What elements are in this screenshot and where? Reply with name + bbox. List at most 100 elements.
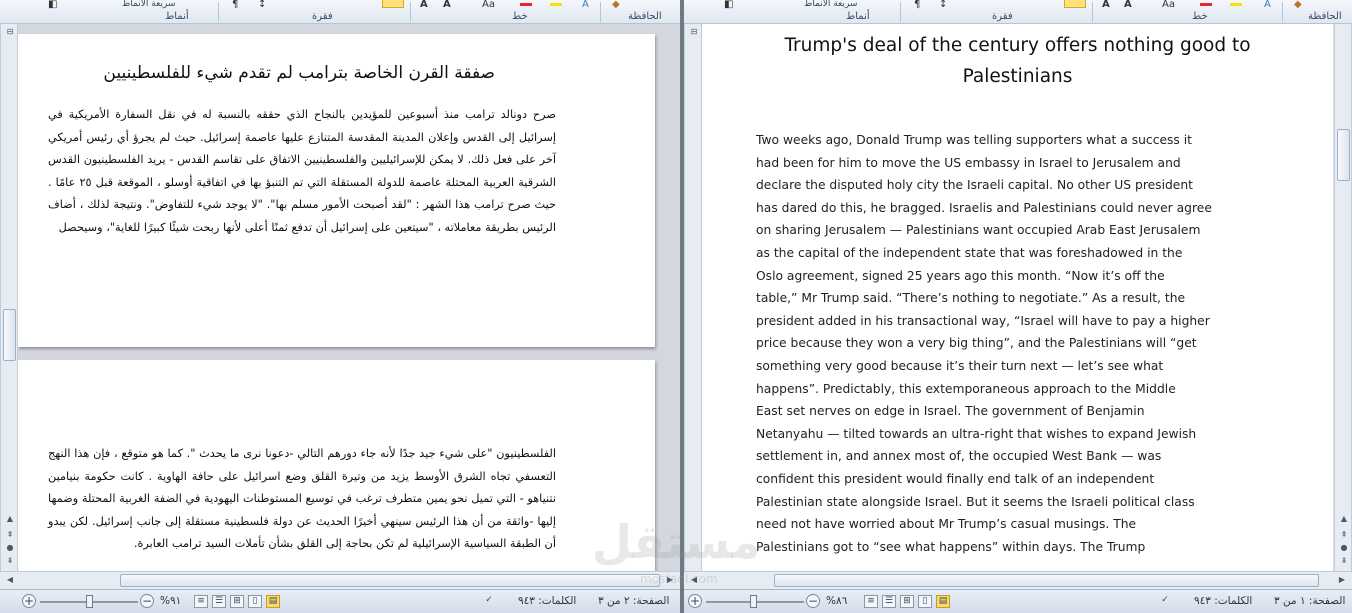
change-styles-icon[interactable]: ◧ bbox=[48, 0, 57, 10]
text-line: on sharing Jerusalem — Palestinians want… bbox=[756, 223, 1201, 238]
text-line: Palestinian state alongside Israel. But … bbox=[756, 494, 1195, 509]
grow-font-icon[interactable]: A bbox=[1102, 0, 1110, 10]
text-line: as the capital of the independent state … bbox=[756, 245, 1183, 260]
horizontal-scroll-thumb[interactable] bbox=[774, 574, 1319, 587]
highlight-icon[interactable] bbox=[1230, 3, 1242, 6]
page-number[interactable]: الصفحة: ٢ من ٣ bbox=[598, 595, 669, 607]
zoom-in-icon[interactable]: + bbox=[688, 594, 702, 608]
scroll-up-arrow-icon[interactable]: ▲ bbox=[4, 513, 16, 525]
styles-group-label: أنماط bbox=[165, 11, 189, 22]
sort-icon[interactable]: ↕ bbox=[939, 0, 947, 10]
proofing-icon[interactable]: ✓ bbox=[1158, 595, 1172, 608]
print-layout-icon[interactable]: ▤ bbox=[936, 595, 950, 608]
horizontal-scrollbar-left[interactable]: ◀ ▶ bbox=[0, 571, 680, 589]
proofing-icon[interactable]: ✓ bbox=[482, 595, 496, 608]
zoom-out-icon[interactable]: − bbox=[140, 594, 154, 608]
ruler-bar-right: ⊟ bbox=[684, 24, 702, 571]
scrollbar-thumb[interactable] bbox=[3, 309, 16, 361]
paragraph-mark-icon[interactable]: ¶ bbox=[232, 0, 238, 10]
text-effects-icon[interactable]: A bbox=[582, 0, 589, 10]
document-area-left[interactable]: صفقة القرن الخاصة بترامب لم تقدم شيء للف… bbox=[0, 24, 680, 571]
reading-layout-icon[interactable]: ▯ bbox=[918, 595, 932, 608]
ribbon-left: ◧ سريعة الأنماط أنماط ¶ ↕ فقرة A A Aa خط… bbox=[0, 0, 680, 24]
document-area-right[interactable]: Trump's deal of the century offers nothi… bbox=[702, 24, 1333, 571]
scroll-left-arrow-icon[interactable]: ◀ bbox=[4, 574, 16, 586]
vertical-scrollbar-left[interactable]: ⊟ ▲ ⇞ ● ⇟ bbox=[0, 24, 18, 571]
clear-format-icon[interactable]: Aa bbox=[482, 0, 495, 10]
page-number[interactable]: الصفحة: ١ من ٣ bbox=[1274, 595, 1345, 607]
scroll-up-arrow-icon[interactable]: ▲ bbox=[1338, 513, 1350, 525]
title-line-1: Trump's deal of the century offers nothi… bbox=[784, 35, 1251, 56]
font-color-icon[interactable] bbox=[520, 3, 532, 6]
clear-format-icon[interactable]: Aa bbox=[1162, 0, 1175, 10]
web-layout-icon[interactable]: ⊞ bbox=[230, 595, 244, 608]
paragraph-mark-icon[interactable]: ¶ bbox=[914, 0, 920, 10]
english-paragraph: Two weeks ago, Donald Trump was telling … bbox=[756, 129, 1236, 558]
styles-group-label: أنماط bbox=[846, 11, 870, 22]
zoom-slider-knob[interactable] bbox=[750, 595, 757, 608]
page-2: الفلسطينيون "على شيء جيد جدًا لأنه جاء د… bbox=[18, 360, 655, 571]
next-page-icon[interactable]: ⇟ bbox=[4, 555, 16, 567]
grow-font-icon[interactable]: A bbox=[420, 0, 428, 10]
web-layout-icon[interactable]: ⊞ bbox=[900, 595, 914, 608]
ribbon-separator bbox=[218, 2, 219, 22]
text-effects-icon[interactable]: A bbox=[1264, 0, 1271, 10]
highlight-active-button[interactable] bbox=[382, 0, 404, 8]
zoom-slider-knob[interactable] bbox=[86, 595, 93, 608]
paste-icon[interactable]: ◆ bbox=[1294, 0, 1302, 10]
ribbon-separator bbox=[1092, 2, 1093, 22]
reading-layout-icon[interactable]: ▯ bbox=[248, 595, 262, 608]
draft-view-icon[interactable]: ≡ bbox=[194, 595, 208, 608]
text-line: table,” Mr Trump said. “There’s nothing … bbox=[756, 291, 1186, 306]
arabic-title: صفقة القرن الخاصة بترامب لم تقدم شيء للف… bbox=[103, 63, 495, 83]
text-line: settlement in, and annex most of, the oc… bbox=[756, 449, 1162, 464]
horizontal-scroll-thumb[interactable] bbox=[120, 574, 660, 587]
previous-page-icon[interactable]: ⇞ bbox=[1338, 529, 1350, 541]
change-styles-icon[interactable]: ◧ bbox=[724, 0, 733, 10]
word-count[interactable]: الكلمات: ٩٤٣ bbox=[1194, 595, 1252, 607]
shrink-font-icon[interactable]: A bbox=[443, 0, 451, 10]
scrollbar-thumb[interactable] bbox=[1337, 129, 1350, 181]
shrink-font-icon[interactable]: A bbox=[1124, 0, 1132, 10]
next-page-icon[interactable]: ⇟ bbox=[1338, 555, 1350, 567]
quick-styles-label[interactable]: سريعة الأنماط bbox=[804, 0, 857, 9]
status-bar-right: + − ٨٦% ≡ ☰ ⊞ ▯ ▤ ✓ الكلمات: ٩٤٣ الصفحة:… bbox=[684, 589, 1352, 613]
sort-icon[interactable]: ↕ bbox=[258, 0, 266, 10]
vertical-scrollbar-right[interactable]: ▲ ⇞ ● ⇟ bbox=[1334, 24, 1352, 571]
font-color-icon[interactable] bbox=[1200, 3, 1212, 6]
zoom-level[interactable]: ٨٦% bbox=[826, 595, 847, 607]
text-line: East set nerves on edge in Israel. The g… bbox=[756, 404, 1145, 419]
word-count[interactable]: الكلمات: ٩٤٣ bbox=[518, 595, 576, 607]
text-line: Palestinians got to “see what happens” w… bbox=[756, 539, 1146, 554]
previous-page-icon[interactable]: ⇞ bbox=[4, 529, 16, 541]
arabic-paragraph-2: الفلسطينيون "على شيء جيد جدًا لأنه جاء د… bbox=[48, 447, 556, 550]
print-layout-icon[interactable]: ▤ bbox=[266, 595, 280, 608]
draft-view-icon[interactable]: ≡ bbox=[864, 595, 878, 608]
text-line: need not have worried about Mr Trump’s c… bbox=[756, 517, 1137, 532]
status-bar-left: + − ٩١% ≡ ☰ ⊞ ▯ ▤ ✓ الكلمات: ٩٤٣ الصفحة:… bbox=[0, 589, 680, 613]
ruler-toggle-icon[interactable]: ⊟ bbox=[4, 26, 16, 38]
zoom-out-icon[interactable]: − bbox=[806, 594, 820, 608]
browse-object-icon[interactable]: ● bbox=[1338, 542, 1350, 554]
ruler-toggle-icon[interactable]: ⊟ bbox=[688, 26, 700, 38]
outline-view-icon[interactable]: ☰ bbox=[212, 595, 226, 608]
clipboard-group-label: الحافظة bbox=[1308, 11, 1342, 22]
horizontal-scrollbar-right[interactable]: ◀ ▶ bbox=[684, 571, 1352, 589]
paste-icon[interactable]: ◆ bbox=[612, 0, 620, 10]
text-line: Netanyahu — tilted towards an ultra-righ… bbox=[756, 426, 1197, 441]
ribbon-separator bbox=[600, 2, 601, 22]
quick-styles-label[interactable]: سريعة الأنماط bbox=[122, 0, 175, 9]
text-line: happens”. Predictably, this extemporaneo… bbox=[756, 381, 1176, 396]
highlight-active-button[interactable] bbox=[1064, 0, 1086, 8]
text-line: Two weeks ago, Donald Trump was telling … bbox=[756, 133, 1192, 147]
browse-object-icon[interactable]: ● bbox=[4, 542, 16, 554]
mostaql-watermark-logo: مستقل bbox=[592, 515, 761, 569]
text-line: president added in his transactional way… bbox=[756, 313, 1210, 328]
scroll-right-arrow-icon[interactable]: ▶ bbox=[1336, 574, 1348, 586]
highlight-icon[interactable] bbox=[550, 3, 562, 6]
ribbon-separator bbox=[1282, 2, 1283, 22]
zoom-level[interactable]: ٩١% bbox=[160, 595, 181, 607]
outline-view-icon[interactable]: ☰ bbox=[882, 595, 896, 608]
paragraph-group-label: فقرة bbox=[992, 11, 1013, 22]
zoom-in-icon[interactable]: + bbox=[22, 594, 36, 608]
